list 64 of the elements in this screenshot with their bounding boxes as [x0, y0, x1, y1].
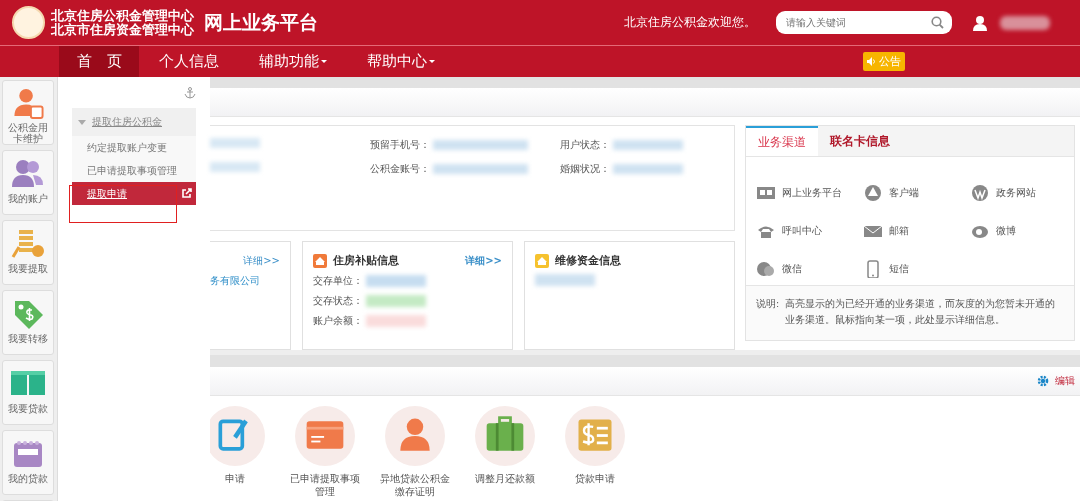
channel-label[interactable]: 网上业务平台 — [782, 186, 842, 200]
wechat-icon — [756, 260, 776, 278]
card-title: 维修资金信息 — [555, 254, 621, 269]
channel-label[interactable]: 微信 — [782, 262, 802, 276]
service-shortcut[interactable]: 异地贷款公积金缴存证明 — [376, 406, 454, 501]
channel-label[interactable]: 呼叫中心 — [782, 224, 822, 238]
redacted-value — [613, 140, 683, 150]
redacted-value — [613, 164, 683, 174]
redacted-username — [1000, 15, 1050, 30]
redacted-value — [210, 162, 260, 172]
settings-icon[interactable] — [1037, 375, 1049, 387]
field-label: 公积金账号： — [370, 162, 430, 176]
field-label: 婚姻状况： — [560, 162, 610, 176]
house-icon — [535, 254, 549, 269]
nav-tab[interactable]: 辅助功能 — [239, 46, 347, 77]
field-label: 账户余额： — [313, 314, 363, 329]
service-shortcut[interactable]: 调整月还款额 — [466, 406, 544, 501]
panel-tab[interactable]: 业务渠道 — [746, 126, 818, 156]
welcome-text: 北京住房公积金欢迎您。 — [624, 14, 756, 31]
channel-label[interactable]: 短信 — [889, 262, 909, 276]
field-label: 交存单位： — [313, 274, 363, 289]
external-link-icon[interactable] — [181, 188, 192, 199]
card-title: 住房补贴信息 — [333, 254, 399, 269]
sidebar-tile[interactable]: 我要贷款 — [2, 360, 54, 425]
channel-label[interactable]: 邮箱 — [889, 224, 909, 238]
sidebar-tile[interactable]: 我要提取 — [2, 220, 54, 285]
sidebar-tile[interactable]: 公积金用卡维护 — [2, 80, 54, 145]
company-link[interactable]: 务有限公司 — [210, 274, 260, 289]
edit-link[interactable]: 编辑 — [1055, 374, 1075, 388]
field-label: 预留手机号： — [370, 138, 430, 152]
nav-tab[interactable]: 首 页 — [59, 46, 139, 77]
details-link[interactable]: 详细>> — [465, 254, 502, 269]
redacted-value — [210, 138, 260, 148]
service-shortcut[interactable]: 贷款申请 — [556, 406, 634, 501]
note-label: 说明: — [756, 297, 780, 311]
details-link[interactable]: 详细>> — [243, 254, 280, 269]
field-label: 用户状态： — [560, 138, 610, 152]
panel-tab[interactable]: 联名卡信息 — [818, 126, 902, 156]
platform-title: 网上业务平台 — [204, 9, 318, 35]
organization-name: 北京住房公积金管理中心 — [51, 8, 194, 23]
search-field[interactable]: 请输入关键词 — [776, 11, 952, 34]
sidebar-tile[interactable]: 我的贷款 — [2, 430, 54, 495]
speaker-icon — [867, 57, 876, 66]
organization-name: 北京市住房资金管理中心 — [51, 22, 194, 37]
logo-emblem — [12, 6, 45, 39]
field-label: 交存状态： — [313, 294, 363, 309]
nav-tab[interactable]: 帮助中心 — [347, 46, 455, 77]
channel-label[interactable]: 客户端 — [889, 186, 919, 200]
user-icon[interactable] — [972, 14, 988, 31]
menu-item[interactable]: 提取申请 — [72, 182, 196, 205]
service-shortcut[interactable]: 已申请提取事项管理 — [286, 406, 364, 501]
web-icon — [756, 184, 776, 202]
channel-label[interactable]: 政务网站 — [996, 186, 1036, 200]
menu-item[interactable]: 约定提取账户变更 — [72, 136, 196, 159]
redacted-value — [535, 274, 595, 287]
channel-label[interactable]: 微博 — [996, 224, 1016, 238]
sidebar-tile[interactable]: 我要转移 — [2, 290, 54, 355]
house-icon — [313, 254, 327, 269]
sidebar-tile[interactable]: 我的账户 — [2, 150, 54, 215]
anchor-icon[interactable] — [184, 87, 196, 99]
menu-item[interactable]: 已申请提取事项管理 — [72, 159, 196, 182]
menu-group[interactable]: 提取住房公积金 — [72, 108, 196, 136]
nav-tab[interactable]: 个人信息 — [139, 46, 239, 77]
note-text: 高亮显示的为已经开通的业务渠道，而灰度的为您暂未开通的业务渠道。鼠标指向某一项，此处显示详细信息。 — [785, 297, 1057, 327]
